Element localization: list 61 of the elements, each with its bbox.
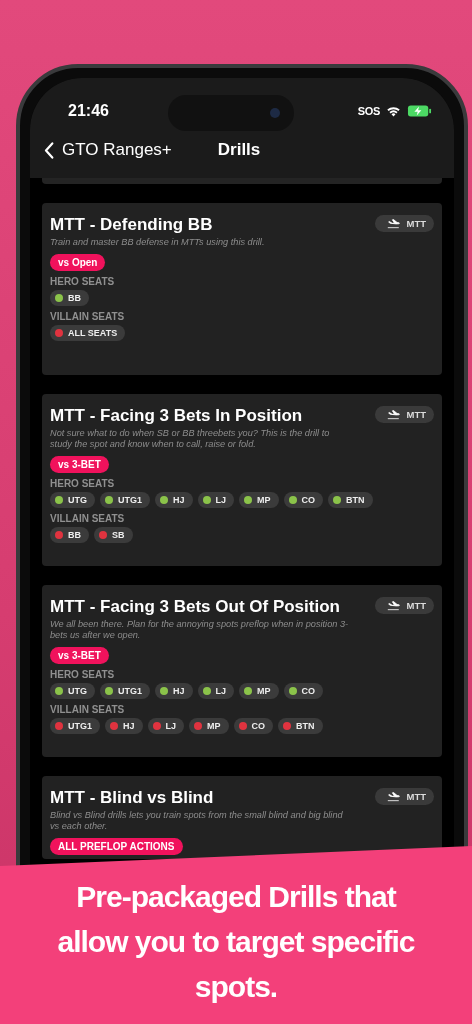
drill-title: MTT - Facing 3 Bets Out Of Position [50, 597, 340, 617]
caption-text: Pre-packaged Drills that allow you to target specific spots. [56, 879, 416, 1005]
seat-chip: UTG [50, 492, 95, 508]
format-tag: MTT [375, 215, 434, 232]
drill-description: Blind vs Blind drills lets you train spots from the small blind and big blind vs each other. [50, 810, 344, 832]
plane-landing-icon [387, 409, 401, 420]
section-label: HERO SEATS [50, 478, 116, 489]
seat-chip: HJ [155, 492, 193, 508]
back-chevron-icon [44, 141, 54, 159]
seat-chip: LJ [197, 683, 235, 699]
drill-title: MTT - Defending BB [50, 215, 213, 235]
section-label: HERO SEATS [50, 669, 116, 680]
format-tag: MTT [375, 597, 434, 614]
seat-chip: CO [283, 492, 324, 508]
seat-chip: BTN [278, 718, 323, 734]
drill-card[interactable] [42, 394, 442, 566]
drill-card[interactable] [42, 585, 442, 757]
drill-description: Train and master BB defense in MTTs using this drill. [50, 237, 266, 248]
action-pill: vs 3-BET [50, 647, 109, 664]
section-label: HERO SEATS [50, 276, 116, 287]
drill-description: We all been there. Plan for the annoying spots preflop when in position 3-bets us after we open. [50, 619, 350, 641]
action-pill: vs Open [50, 254, 106, 271]
seat-chip: BB [50, 290, 89, 306]
seat-chip: ALL SEATS [50, 325, 126, 341]
seat-chip: UTG1 [50, 718, 100, 734]
section-label: VILLAIN SEATS [50, 311, 126, 322]
battery-charging-icon [407, 105, 432, 117]
drill-title: MTT - Blind vs Blind [50, 788, 214, 808]
format-tag: MTT [375, 406, 434, 423]
drill-card[interactable]: MTT - Defending BB MTT Train and master BB defense in MTTs using this drill. vs Open HERO SEATS BB VILLAIN SEATS ALL SEATS [42, 203, 442, 375]
section-label: VILLAIN SEATS [50, 704, 126, 715]
seat-chip: LJ [197, 492, 235, 508]
seat-chip: CO [283, 683, 324, 699]
wifi-icon [385, 105, 402, 117]
carrier-label: SOS [357, 105, 380, 117]
seat-chip: MP [239, 683, 279, 699]
plane-landing-icon [387, 600, 401, 611]
drill-description: Not sure what to do when SB or BB threebets you? This is the drill to study the spot and know when to call, raise or fold. [50, 428, 331, 450]
plane-landing-icon [387, 218, 401, 229]
seat-chip: BB [50, 527, 89, 543]
seat-chip: BTN [328, 492, 373, 508]
status-time: 21:46 [68, 102, 109, 120]
seat-chip: CO [233, 718, 274, 734]
section-label: VILLAIN SEATS [50, 513, 126, 524]
action-pill: ALL PREFLOP ACTIONS [50, 838, 183, 855]
back-link[interactable]: GTO Ranges+ [44, 140, 172, 160]
seat-chip: HJ [155, 683, 193, 699]
seat-chip: MP [189, 718, 229, 734]
seat-chip: MP [239, 492, 279, 508]
seat-chip: LJ [147, 718, 185, 734]
drill-title: MTT - Facing 3 Bets In Position [50, 406, 303, 426]
seat-chip: SB [94, 527, 133, 543]
screen-title: Drills [217, 140, 261, 160]
plane-landing-icon [387, 791, 401, 802]
seat-chip: UTG1 [100, 492, 150, 508]
action-pill: vs 3-BET [50, 456, 109, 473]
drill-card[interactable]: MTT - Blind vs Blind MTT Blind vs Blind drills lets you train spots from the small blind and big blind vs each other. ALL PREFLOP ACTIONS [42, 776, 442, 859]
seat-chip: UTG1 [100, 683, 150, 699]
seat-chip: UTG [50, 683, 95, 699]
format-tag: MTT [375, 788, 434, 805]
seat-chip: HJ [105, 718, 143, 734]
